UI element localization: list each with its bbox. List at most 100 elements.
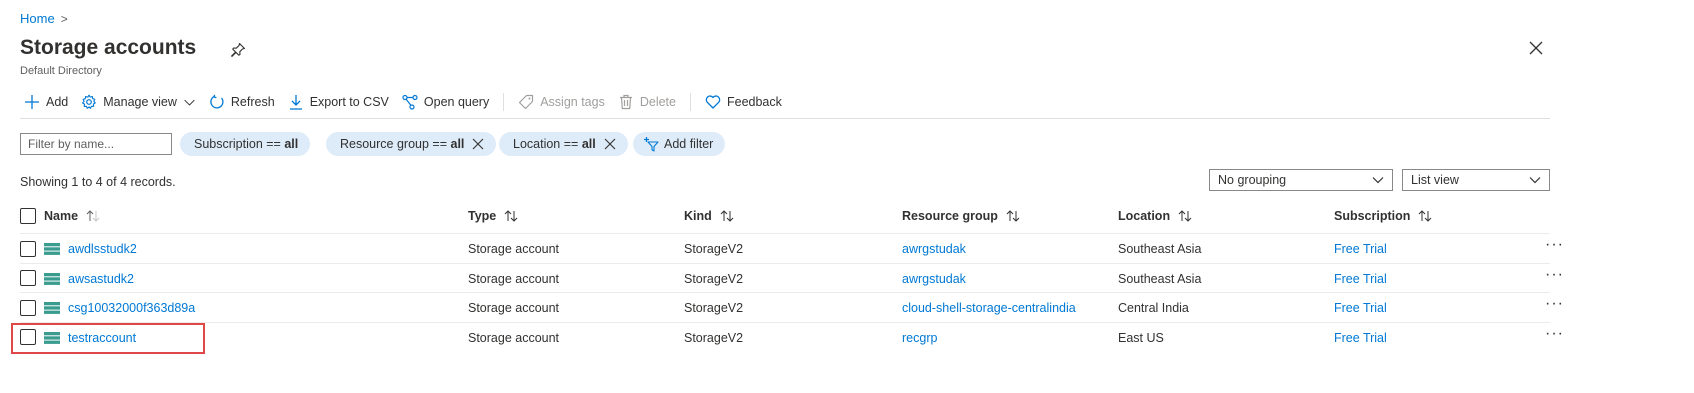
resource-group-link[interactable]: awrgstudak bbox=[902, 272, 966, 286]
page-subtitle: Default Directory bbox=[20, 65, 102, 77]
subscription-filter-pill[interactable]: Subscription == all bbox=[180, 132, 311, 156]
add-label: Add bbox=[46, 95, 69, 109]
row-checkbox[interactable] bbox=[20, 300, 36, 316]
add-button[interactable]: Add bbox=[24, 94, 68, 110]
grouping-selected-value: No grouping bbox=[1218, 173, 1287, 187]
sort-icon bbox=[504, 210, 518, 222]
subscription-filter-value: all bbox=[284, 137, 299, 151]
highlight-box bbox=[11, 323, 205, 354]
location-cell: Southeast Asia bbox=[1118, 242, 1202, 256]
refresh-button[interactable]: Refresh bbox=[209, 94, 275, 110]
column-header-kind[interactable]: Kind bbox=[684, 209, 734, 223]
view-selected-value: List view bbox=[1411, 173, 1459, 187]
column-header-name-label: Name bbox=[44, 209, 79, 223]
add-filter-button[interactable]: Add filter bbox=[633, 132, 726, 156]
sort-icon bbox=[1178, 210, 1192, 222]
chevron-down-icon bbox=[184, 99, 195, 106]
chevron-right-icon: > bbox=[60, 11, 68, 26]
manage-view-label: Manage view bbox=[103, 95, 177, 109]
chevron-down-icon bbox=[1372, 177, 1384, 184]
storage-account-name-link[interactable]: awdlsstudk2 bbox=[68, 242, 137, 256]
header-divider bbox=[20, 233, 1550, 234]
subscription-link[interactable]: Free Trial bbox=[1334, 301, 1387, 315]
close-icon[interactable] bbox=[1528, 40, 1544, 56]
column-header-resource-group-label: Resource group bbox=[902, 209, 998, 223]
open-query-label: Open query bbox=[423, 95, 490, 109]
open-query-button[interactable]: Open query bbox=[402, 94, 489, 110]
add-filter-icon bbox=[644, 137, 659, 152]
tag-icon bbox=[519, 94, 534, 110]
export-csv-button[interactable]: Export to CSV bbox=[288, 94, 389, 110]
sort-icon bbox=[86, 210, 100, 222]
more-options-button[interactable]: ··· bbox=[1545, 266, 1564, 284]
column-header-kind-label: Kind bbox=[684, 209, 712, 223]
column-header-location-label: Location bbox=[1118, 209, 1171, 223]
type-cell: Storage account bbox=[468, 272, 560, 286]
plus-icon bbox=[25, 95, 39, 109]
download-icon bbox=[289, 95, 302, 110]
manage-view-button[interactable]: Manage view bbox=[81, 94, 196, 110]
kind-cell: StorageV2 bbox=[684, 242, 744, 256]
column-header-subscription[interactable]: Subscription bbox=[1334, 209, 1432, 223]
view-dropdown[interactable]: List view bbox=[1402, 169, 1550, 191]
refresh-label: Refresh bbox=[230, 95, 275, 109]
records-count-text: Showing 1 to 4 of 4 records. bbox=[20, 175, 176, 189]
resource-group-filter-pill[interactable]: Resource group == all bbox=[326, 132, 497, 156]
column-header-resource-group[interactable]: Resource group bbox=[902, 209, 1020, 223]
column-header-subscription-label: Subscription bbox=[1334, 209, 1411, 223]
location-filter-pill[interactable]: Location == all bbox=[499, 132, 628, 156]
page-title: Storage accounts bbox=[20, 36, 197, 59]
select-all-checkbox[interactable] bbox=[20, 208, 36, 224]
location-cell: East US bbox=[1118, 331, 1164, 345]
sort-icon bbox=[1419, 210, 1432, 222]
close-icon[interactable] bbox=[604, 138, 616, 150]
storage-account-icon bbox=[44, 273, 60, 285]
resource-group-link[interactable]: awrgstudak bbox=[902, 242, 966, 256]
breadcrumb: Home > bbox=[20, 11, 68, 26]
feedback-button[interactable]: Feedback bbox=[705, 94, 782, 110]
resource-group-filter-value: all bbox=[450, 137, 465, 151]
sort-icon bbox=[1006, 210, 1020, 222]
toolbar-divider bbox=[503, 93, 505, 111]
grouping-dropdown[interactable]: No grouping bbox=[1209, 169, 1393, 191]
more-options-button[interactable]: ··· bbox=[1545, 295, 1564, 313]
column-header-location[interactable]: Location bbox=[1118, 209, 1192, 223]
kind-cell: StorageV2 bbox=[684, 331, 744, 345]
command-bar: Add Manage view Refresh Export to CSV Op… bbox=[24, 92, 795, 112]
storage-account-name-link[interactable]: csg10032000f363d89a bbox=[68, 301, 195, 315]
more-options-button[interactable]: ··· bbox=[1545, 325, 1564, 343]
column-header-type-label: Type bbox=[468, 209, 497, 223]
column-header-type[interactable]: Type bbox=[468, 209, 518, 223]
storage-account-name-link[interactable]: awsastudk2 bbox=[68, 272, 134, 286]
row-checkbox[interactable] bbox=[20, 241, 36, 257]
kind-cell: StorageV2 bbox=[684, 301, 744, 315]
type-cell: Storage account bbox=[468, 331, 560, 345]
filter-by-name-input[interactable] bbox=[20, 133, 172, 155]
subscription-link[interactable]: Free Trial bbox=[1334, 242, 1387, 256]
location-cell: Central India bbox=[1118, 301, 1189, 315]
assign-tags-label: Assign tags bbox=[540, 95, 605, 109]
subscription-link[interactable]: Free Trial bbox=[1334, 272, 1387, 286]
export-csv-label: Export to CSV bbox=[309, 95, 389, 109]
row-checkbox[interactable] bbox=[20, 270, 36, 286]
type-cell: Storage account bbox=[468, 301, 560, 315]
storage-account-icon bbox=[44, 243, 60, 255]
column-header-name[interactable]: Name bbox=[44, 209, 100, 223]
resource-group-link[interactable]: recgrp bbox=[902, 331, 937, 345]
more-options-button[interactable]: ··· bbox=[1545, 236, 1564, 254]
add-filter-label: Add filter bbox=[664, 137, 714, 151]
pin-icon[interactable] bbox=[230, 42, 246, 58]
close-icon[interactable] bbox=[472, 138, 484, 150]
row-divider bbox=[20, 292, 1550, 293]
subscription-link[interactable]: Free Trial bbox=[1334, 331, 1387, 345]
location-filter-label: Location == bbox=[513, 137, 579, 151]
row-divider bbox=[20, 263, 1550, 264]
resource-group-link[interactable]: cloud-shell-storage-centralindia bbox=[902, 301, 1076, 315]
delete-button[interactable]: Delete bbox=[618, 94, 676, 110]
toolbar-divider-line bbox=[20, 118, 1550, 119]
heart-icon bbox=[705, 95, 721, 109]
subscription-filter-label: Subscription == bbox=[194, 137, 281, 151]
assign-tags-button[interactable]: Assign tags bbox=[518, 94, 605, 110]
feedback-label: Feedback bbox=[726, 95, 782, 109]
breadcrumb-home-link[interactable]: Home bbox=[20, 11, 55, 26]
